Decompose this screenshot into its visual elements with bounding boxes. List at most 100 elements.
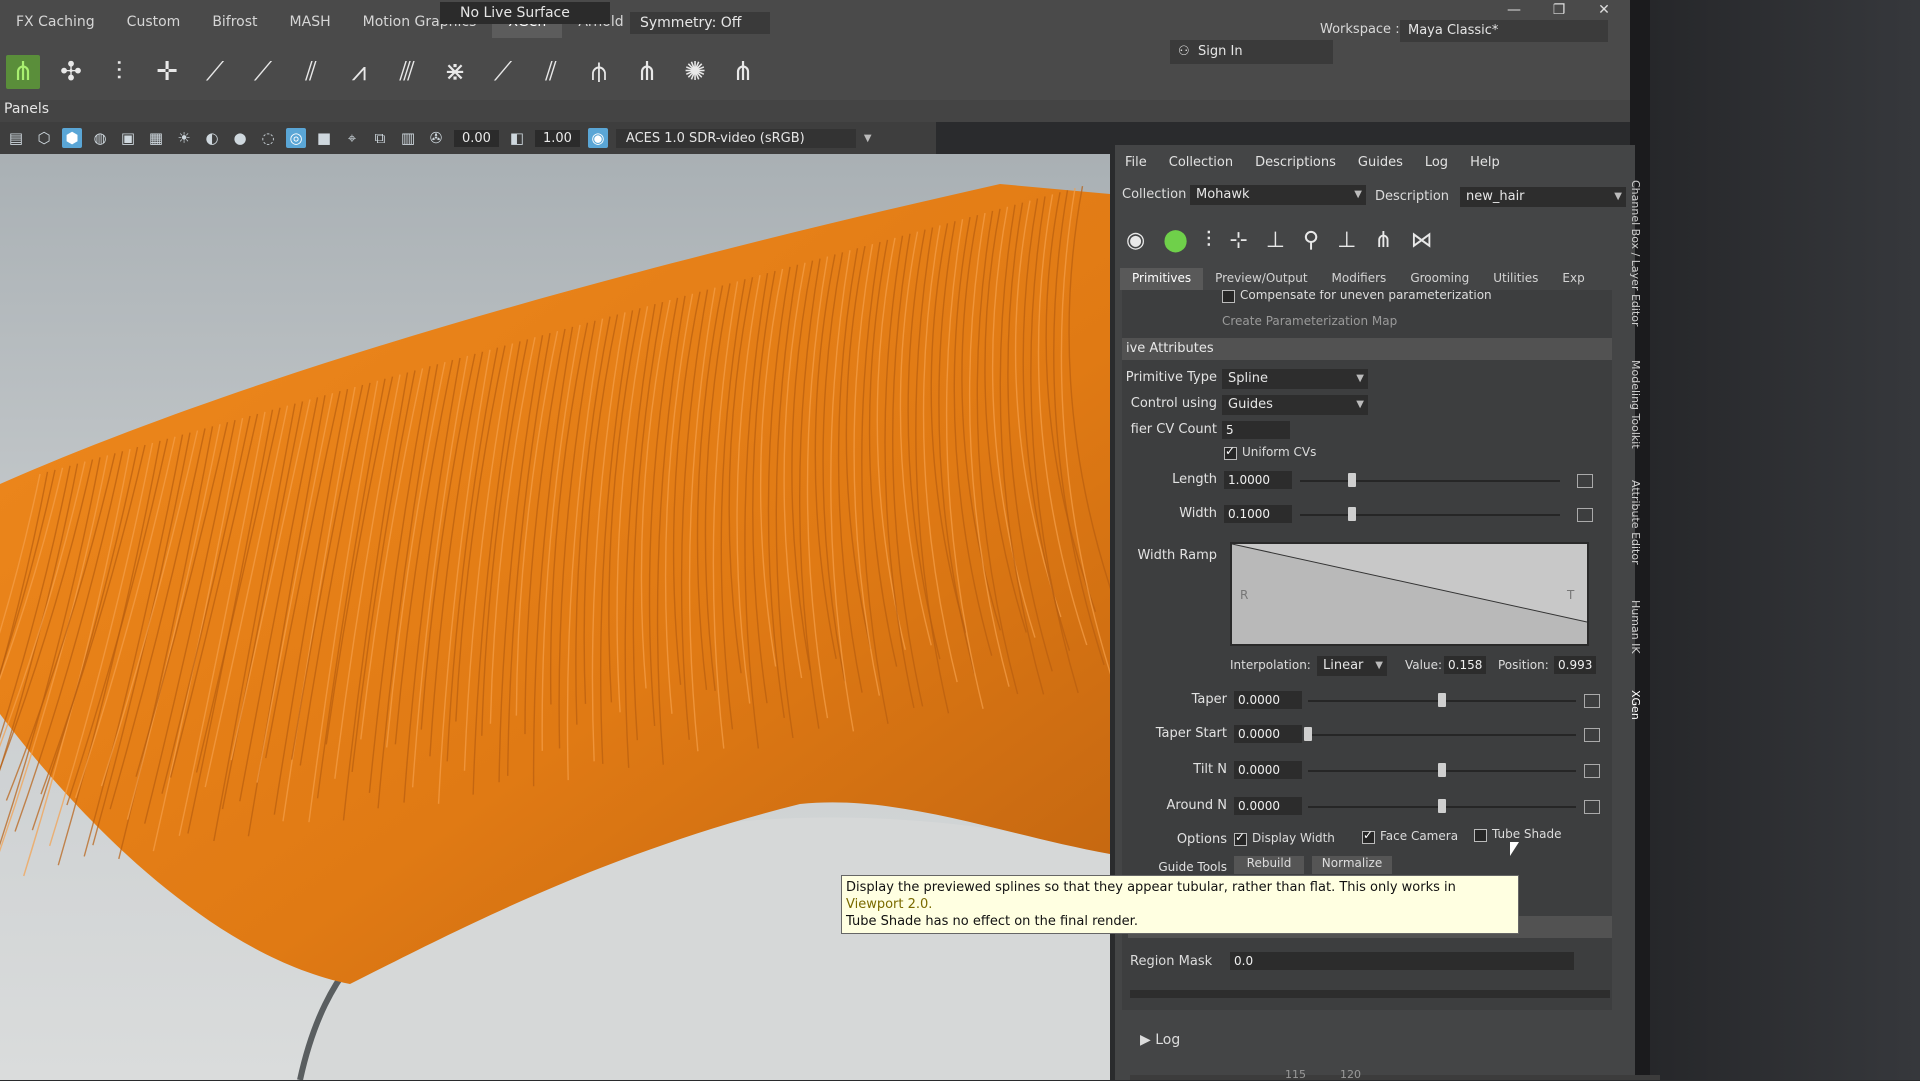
clump-guide-icon[interactable]: ⋇ — [438, 55, 472, 89]
rebuild-button[interactable]: Rebuild — [1234, 856, 1304, 874]
color-management-icon[interactable]: ◉ — [587, 128, 608, 148]
ramp-position-field[interactable]: 0.993 — [1554, 656, 1596, 674]
map-icon[interactable] — [1577, 508, 1593, 522]
width-ramp-editor[interactable]: R T — [1230, 542, 1589, 646]
colorspace-dropdown[interactable]: ACES 1.0 SDR-video (sRGB) — [615, 128, 856, 148]
timeline-bar[interactable] — [1130, 1075, 1660, 1080]
width-slider-handle[interactable] — [1348, 507, 1356, 521]
interpolation-dropdown[interactable]: Linear ▼ — [1317, 656, 1387, 676]
length-slider-track[interactable] — [1300, 480, 1560, 482]
log-section[interactable]: ▶ Log — [1140, 1032, 1180, 1048]
side-tab-attribute-editor[interactable]: Attribute Editor — [1629, 480, 1642, 565]
minimize-icon[interactable]: — — [1500, 2, 1528, 20]
move-guide-icon[interactable]: ⊹ — [1229, 228, 1247, 253]
create-description-icon[interactable]: ✣ — [54, 55, 88, 89]
panels-menu[interactable]: Panels — [4, 101, 49, 117]
shelf-tab-bifrost[interactable]: Bifrost — [196, 8, 273, 38]
tab-primitives[interactable]: Primitives — [1120, 268, 1204, 290]
textured-icon[interactable]: ▣ — [118, 128, 138, 148]
tilt-n-field[interactable]: 0.0000 — [1234, 761, 1302, 779]
tab-preview-output[interactable]: Preview/Output — [1203, 268, 1319, 290]
around-n-slider-handle[interactable] — [1438, 799, 1446, 813]
menu-guides[interactable]: Guides — [1358, 155, 1403, 170]
live-surface-field[interactable]: No Live Surface — [440, 2, 610, 24]
taper-start-field[interactable]: 0.0000 — [1234, 725, 1302, 743]
shadow-icon[interactable]: ◐ — [202, 128, 222, 148]
region-mask-field[interactable]: 0.0 — [1230, 952, 1574, 970]
map-icon[interactable] — [1577, 474, 1593, 488]
gamma-field[interactable]: 1.00 — [534, 129, 580, 147]
lengthen-icon[interactable]: ⊥ — [1266, 228, 1285, 253]
shelf-tab-fx-caching[interactable]: FX Caching — [0, 8, 111, 38]
normalize-button[interactable]: Normalize — [1312, 856, 1392, 874]
cv-count-field[interactable]: 5 — [1222, 421, 1290, 439]
tab-grooming[interactable]: Grooming — [1398, 268, 1481, 290]
antialias-icon[interactable]: ◎ — [286, 128, 306, 148]
brush-icon[interactable]: ⋈ — [1411, 228, 1433, 253]
uniform-cvs-checkbox[interactable] — [1224, 444, 1237, 460]
show-guides-icon[interactable]: ⚲ — [1303, 228, 1319, 253]
width-field[interactable]: 0.1000 — [1224, 505, 1292, 523]
tab-utilities[interactable]: Utilities — [1481, 268, 1550, 290]
smooth-shade-icon[interactable]: ⬢ — [62, 128, 82, 148]
map-icon[interactable] — [1584, 764, 1600, 778]
lengthen-guide-icon[interactable]: ⟋ — [198, 55, 232, 89]
move-guide-icon[interactable]: ✛ — [150, 55, 184, 89]
primitive-type-dropdown[interactable]: Spline ▼ — [1222, 369, 1368, 389]
wireframe-icon[interactable]: ⬡ — [34, 128, 54, 148]
create-param-map-button[interactable]: Create Parameterization Map — [1222, 314, 1397, 328]
tab-expressions[interactable]: Exp — [1550, 268, 1596, 290]
menu-help[interactable]: Help — [1470, 155, 1500, 170]
shade-wire-icon[interactable]: ◍ — [90, 128, 110, 148]
side-tab-channel-box[interactable]: Channel Box / Layer Editor — [1629, 180, 1642, 327]
smooth-guide-icon[interactable]: ⋔ — [630, 55, 664, 89]
comb-guide-icon[interactable]: ⩘ — [342, 55, 376, 89]
length-field[interactable]: 1.0000 — [1224, 471, 1292, 489]
sculpt-guide-icon[interactable]: ⫽ — [294, 55, 328, 89]
tilt-n-slider-handle[interactable] — [1438, 763, 1446, 777]
gamma-icon[interactable]: ◧ — [507, 128, 527, 148]
xray-icon[interactable]: ⌖ — [342, 128, 362, 148]
width-slider-track[interactable] — [1300, 514, 1560, 516]
menu-descriptions[interactable]: Descriptions — [1255, 155, 1336, 170]
taper-start-slider-track[interactable] — [1308, 734, 1576, 736]
chevron-down-icon[interactable]: ▼ — [864, 133, 872, 144]
horizontal-scrollbar[interactable] — [1130, 990, 1610, 998]
grab-guide-icon[interactable]: ⫛ — [582, 55, 616, 89]
compensate-checkbox[interactable] — [1222, 290, 1235, 303]
light-icon[interactable]: ☀ — [174, 128, 194, 148]
checker-icon[interactable]: ▦ — [146, 128, 166, 148]
ao-icon[interactable]: ● — [230, 128, 250, 148]
normalize-guide-icon[interactable]: ⫽ — [534, 55, 568, 89]
tube-shade-checkbox[interactable] — [1474, 829, 1487, 842]
length-slider-handle[interactable] — [1348, 473, 1356, 487]
face-camera-checkbox[interactable] — [1362, 828, 1375, 844]
ramp-value-field[interactable]: 0.158 — [1444, 656, 1486, 674]
tab-modifiers[interactable]: Modifiers — [1320, 268, 1399, 290]
xgen-grass-icon[interactable]: ⋔ — [6, 55, 40, 89]
exposure-field[interactable]: 0.00 — [454, 129, 499, 147]
interactive-groom-icon[interactable]: ⋔ — [726, 55, 760, 89]
side-tab-human-ik[interactable]: Human IK — [1629, 600, 1642, 654]
add-guide-icon[interactable]: ⫶ — [1206, 228, 1212, 253]
create-description-icon[interactable]: ⬤ — [1163, 228, 1188, 253]
exposure-icon[interactable]: ✇ — [426, 128, 446, 148]
primitive-attributes-header[interactable]: ive Attributes — [1122, 338, 1612, 360]
map-icon[interactable] — [1584, 694, 1600, 708]
collection-dropdown[interactable]: Mohawk ▼ — [1190, 185, 1366, 205]
maximize-icon[interactable]: ❐ — [1545, 2, 1573, 20]
map-icon[interactable] — [1584, 728, 1600, 742]
menu-collection[interactable]: Collection — [1169, 155, 1233, 170]
3d-viewport[interactable] — [0, 154, 1110, 1080]
workspace-dropdown[interactable]: Maya Classic* — [1400, 20, 1608, 42]
menu-file[interactable]: File — [1125, 155, 1147, 170]
control-using-dropdown[interactable]: Guides ▼ — [1222, 395, 1368, 415]
close-icon[interactable]: ✕ — [1590, 2, 1618, 20]
map-icon[interactable] — [1584, 800, 1600, 814]
xray-joints-icon[interactable]: ⧉ — [370, 128, 390, 148]
around-n-field[interactable]: 0.0000 — [1234, 797, 1302, 815]
shelf-tab-custom[interactable]: Custom — [111, 8, 197, 38]
side-tab-xgen[interactable]: XGen — [1629, 690, 1642, 720]
spray-guide-icon[interactable]: ✺ — [678, 55, 712, 89]
add-guide-icon[interactable]: ⫶ — [102, 55, 136, 89]
